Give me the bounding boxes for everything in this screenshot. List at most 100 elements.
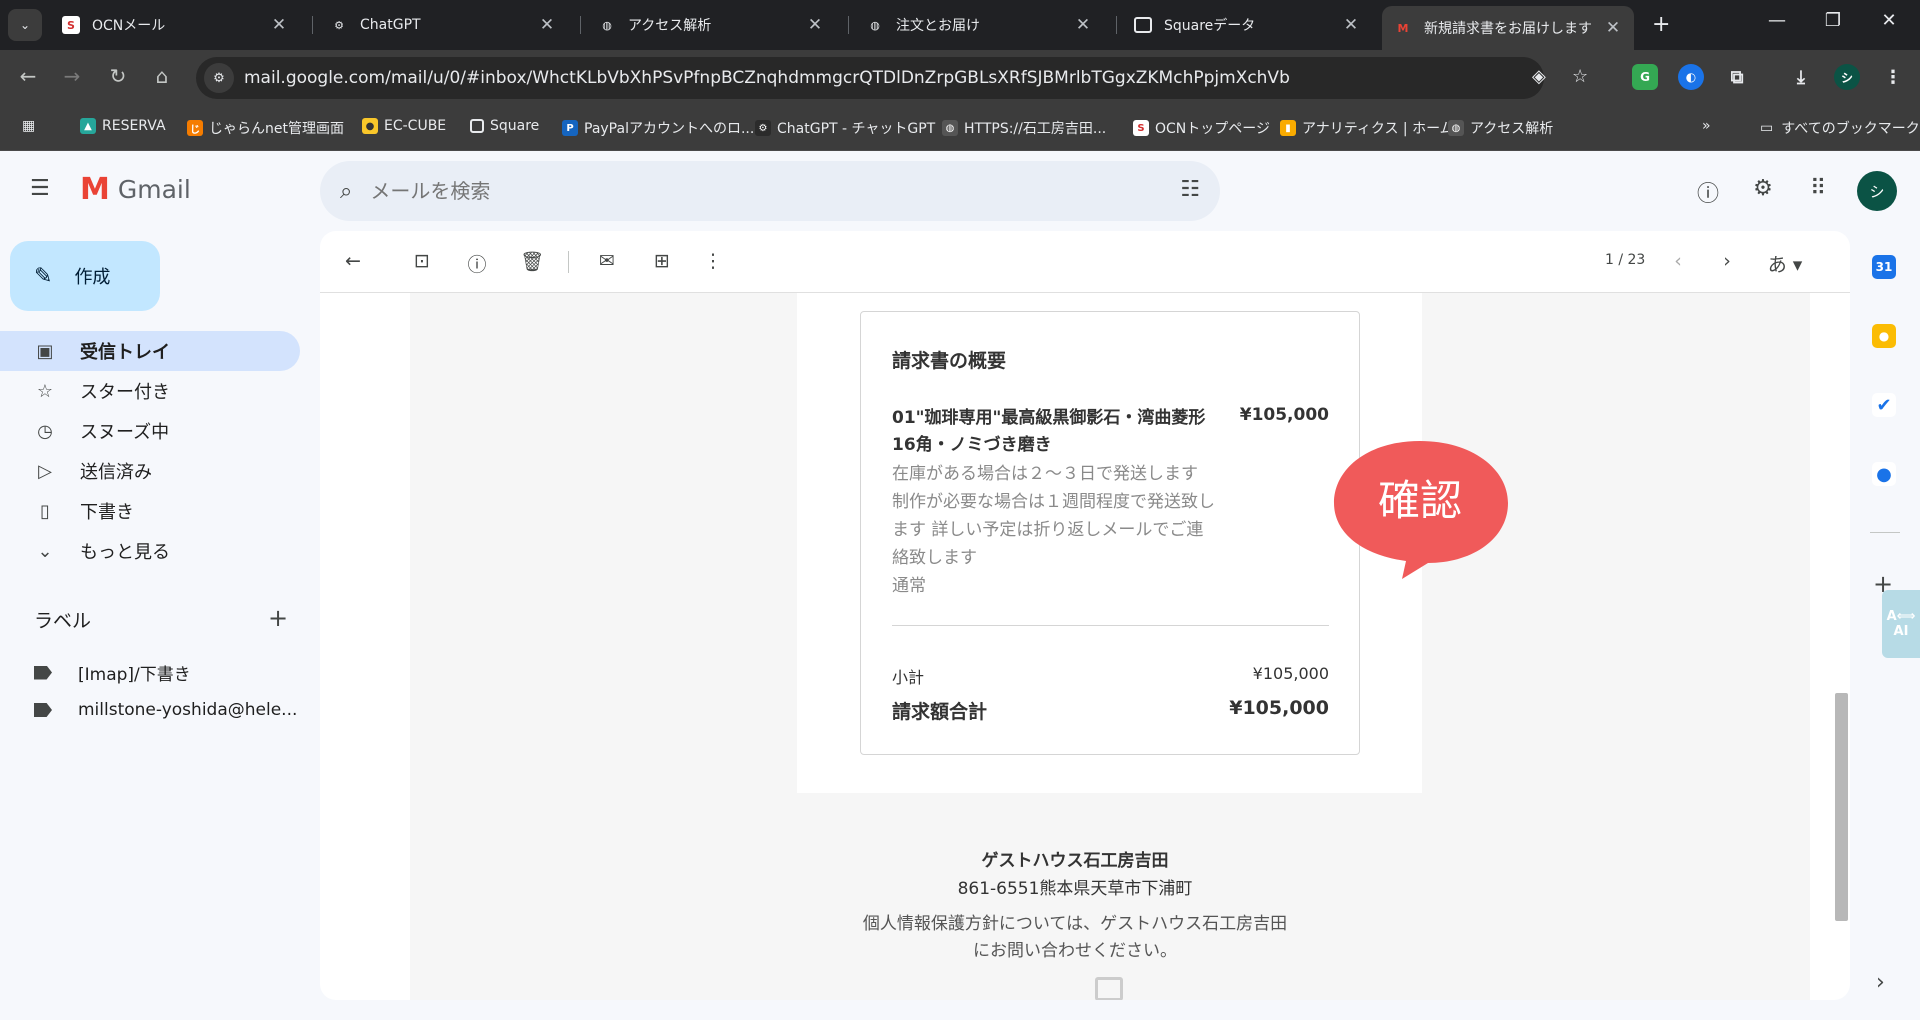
archive-icon[interactable]: ⊡ bbox=[409, 250, 435, 272]
install-app-icon[interactable]: ◈ bbox=[1532, 66, 1546, 87]
input-tools-button[interactable]: あ ▾ bbox=[1760, 250, 1810, 277]
account-avatar[interactable]: シ bbox=[1857, 171, 1897, 211]
help-icon[interactable]: ⓘ bbox=[1693, 176, 1723, 208]
close-icon[interactable]: ✕ bbox=[806, 15, 824, 35]
search-options-icon[interactable]: ☷ bbox=[1180, 177, 1200, 202]
keep-icon[interactable]: ● bbox=[1872, 324, 1896, 348]
home-icon[interactable]: ⌂ bbox=[148, 64, 176, 88]
nav-more[interactable]: ⌄ もっと見る bbox=[0, 531, 300, 571]
nav-sent[interactable]: ▷ 送信済み bbox=[0, 451, 300, 491]
mark-unread-icon[interactable]: ✉ bbox=[594, 250, 620, 272]
bookmark-label: PayPalアカウントへのロ... bbox=[584, 121, 755, 137]
ocn-icon: S bbox=[62, 16, 80, 34]
settings-gear-icon[interactable]: ⚙ bbox=[1748, 176, 1778, 201]
nav-starred[interactable]: ☆ スター付き bbox=[0, 371, 300, 411]
bookmark-ishikobo[interactable]: ◍ HTTPS://石工房吉田... bbox=[942, 118, 1106, 138]
profile-avatar[interactable]: シ bbox=[1834, 64, 1860, 90]
nav-label: スヌーズ中 bbox=[80, 422, 170, 443]
bookmark-paypal[interactable]: P PayPalアカウントへのロ... bbox=[562, 118, 754, 138]
gmail-logo[interactable]: M Gmail bbox=[80, 172, 191, 207]
older-chevron-right-icon[interactable]: › bbox=[1714, 250, 1740, 272]
close-icon[interactable]: ✕ bbox=[1604, 18, 1622, 38]
browser-menu-icon[interactable]: ⋮ bbox=[1880, 64, 1906, 90]
label-name: [Imap]/下書き bbox=[78, 665, 191, 685]
restore-icon[interactable]: ❐ bbox=[1818, 10, 1848, 31]
close-icon[interactable]: ✕ bbox=[1342, 15, 1360, 35]
delete-icon[interactable]: 🗑 bbox=[519, 250, 545, 273]
close-icon[interactable]: ✕ bbox=[1074, 15, 1092, 35]
tab-gmail-active[interactable]: M 新規請求書をお届けします（ ✕ bbox=[1382, 6, 1634, 50]
all-bookmarks[interactable]: ▭ すべてのブックマーク bbox=[1760, 118, 1920, 138]
star-icon: ☆ bbox=[36, 380, 54, 402]
pagination-text: 1 / 23 bbox=[1605, 252, 1646, 268]
download-icon[interactable]: ⤓ bbox=[1788, 64, 1814, 90]
tab-search-button[interactable]: ⌄ bbox=[8, 9, 42, 41]
tab-chatgpt[interactable]: ⚙ ChatGPT ✕ bbox=[318, 6, 568, 44]
window-close-icon[interactable]: ✕ bbox=[1874, 10, 1904, 31]
confirm-speech-bubble[interactable]: 確認 bbox=[1332, 439, 1508, 589]
contacts-icon[interactable]: ● bbox=[1872, 462, 1896, 486]
bookmark-access[interactable]: ◍ アクセス解析 bbox=[1448, 118, 1553, 138]
close-icon[interactable]: ✕ bbox=[270, 15, 288, 35]
bookmark-jalan[interactable]: じじゃらんnet管理画面 bbox=[187, 118, 344, 138]
bookmark-square[interactable]: Square bbox=[470, 118, 539, 134]
site-info-icon[interactable]: ⚙ bbox=[204, 63, 234, 93]
extension-mouse-icon[interactable]: ◐ bbox=[1678, 64, 1704, 90]
nav-inbox[interactable]: ▣ 受信トレイ bbox=[0, 331, 300, 371]
minimize-icon[interactable]: — bbox=[1762, 10, 1792, 31]
extension-google-icon[interactable]: G bbox=[1632, 64, 1658, 90]
new-tab-button[interactable]: + bbox=[1652, 12, 1670, 37]
back-icon[interactable]: ← bbox=[14, 64, 42, 88]
create-label-icon[interactable]: + bbox=[268, 604, 288, 632]
show-side-panel-icon[interactable]: › bbox=[1876, 970, 1885, 995]
main-menu-icon[interactable]: ☰ bbox=[30, 176, 50, 201]
tab-title: 新規請求書をお届けします（ bbox=[1424, 21, 1596, 37]
tab-title: OCNメール bbox=[92, 18, 166, 34]
tab-title: 注文とお届け bbox=[896, 18, 980, 34]
item-description: 在庫がある場合は２～３日で発送します 制作が必要な場合は１週間程度で発送致します… bbox=[892, 460, 1217, 600]
bookmark-star-icon[interactable]: ☆ bbox=[1572, 66, 1588, 87]
nav-snoozed[interactable]: ◷ スヌーズ中 bbox=[0, 411, 300, 451]
reload-icon[interactable]: ↻ bbox=[104, 64, 132, 88]
tasks-icon[interactable]: ✔ bbox=[1872, 393, 1896, 417]
side-panel-divider bbox=[1870, 532, 1900, 533]
label-imap-drafts[interactable]: [Imap]/下書き bbox=[34, 660, 191, 685]
address-bar[interactable]: ⚙ mail.google.com/mail/u/0/#inbox/WhctKL… bbox=[196, 57, 1544, 99]
google-apps-icon[interactable]: ⠿ bbox=[1803, 176, 1833, 201]
tab-orders[interactable]: ◍ 注文とお届け ✕ bbox=[854, 6, 1104, 44]
subtotal-value: ¥105,000 bbox=[1252, 664, 1329, 683]
ai-translate-badge[interactable]: A⟺ AI bbox=[1882, 590, 1920, 658]
close-icon[interactable]: ✕ bbox=[538, 15, 556, 35]
tab-ocn[interactable]: S OCNメール ✕ bbox=[50, 6, 300, 44]
newer-chevron-left-icon[interactable]: ‹ bbox=[1665, 250, 1691, 272]
tab-access[interactable]: ◍ アクセス解析 ✕ bbox=[586, 6, 836, 44]
bookmark-eccube[interactable]: ● EC-CUBE bbox=[362, 118, 446, 134]
back-to-inbox-icon[interactable]: ← bbox=[340, 250, 366, 272]
url-text[interactable]: mail.google.com/mail/u/0/#inbox/WhctKLbV… bbox=[244, 68, 1290, 88]
move-to-icon[interactable]: ⊞ bbox=[649, 250, 675, 272]
more-options-icon[interactable]: ⋮ bbox=[700, 250, 726, 272]
search-icon[interactable]: ⌕ bbox=[340, 179, 352, 204]
bookmark-label: OCNトップページ bbox=[1155, 121, 1270, 137]
search-bar[interactable]: ⌕ ☷ bbox=[320, 161, 1220, 221]
calendar-icon[interactable]: 31 bbox=[1872, 255, 1896, 279]
compose-button[interactable]: ✎ 作成 bbox=[10, 241, 160, 311]
forward-icon[interactable]: → bbox=[58, 64, 86, 88]
apps-grid-icon[interactable]: ▦ bbox=[22, 118, 35, 134]
footer-privacy-note: 個人情報保護方針については、ゲストハウス石工房吉田にお問い合わせください。 bbox=[862, 914, 1288, 961]
search-input[interactable] bbox=[370, 179, 1131, 203]
report-spam-icon[interactable]: ⓘ bbox=[464, 250, 490, 277]
bookmarks-overflow-icon[interactable]: » bbox=[1702, 118, 1711, 134]
bookmark-chatgpt[interactable]: ⚙ ChatGPT - チャットGPT bbox=[755, 118, 935, 138]
bookmark-analytics[interactable]: ▮ アナリティクス | ホーム bbox=[1280, 118, 1454, 138]
label-millstone[interactable]: millstone-yoshida@hele... bbox=[34, 700, 297, 720]
ai-label: AI bbox=[1893, 624, 1909, 639]
bookmark-label: アクセス解析 bbox=[1470, 121, 1554, 137]
extensions-puzzle-icon[interactable]: ⧉ bbox=[1724, 64, 1750, 90]
tab-square[interactable]: Squareデータ ✕ bbox=[1122, 6, 1372, 44]
scrollbar-thumb[interactable] bbox=[1835, 693, 1848, 921]
nav-drafts[interactable]: ▯ 下書き bbox=[0, 491, 300, 531]
bookmark-ocn-top[interactable]: S OCNトップページ bbox=[1133, 118, 1270, 138]
item-option: 通常 bbox=[892, 576, 926, 596]
bookmark-reserva[interactable]: ▲ RESERVA bbox=[80, 118, 166, 134]
